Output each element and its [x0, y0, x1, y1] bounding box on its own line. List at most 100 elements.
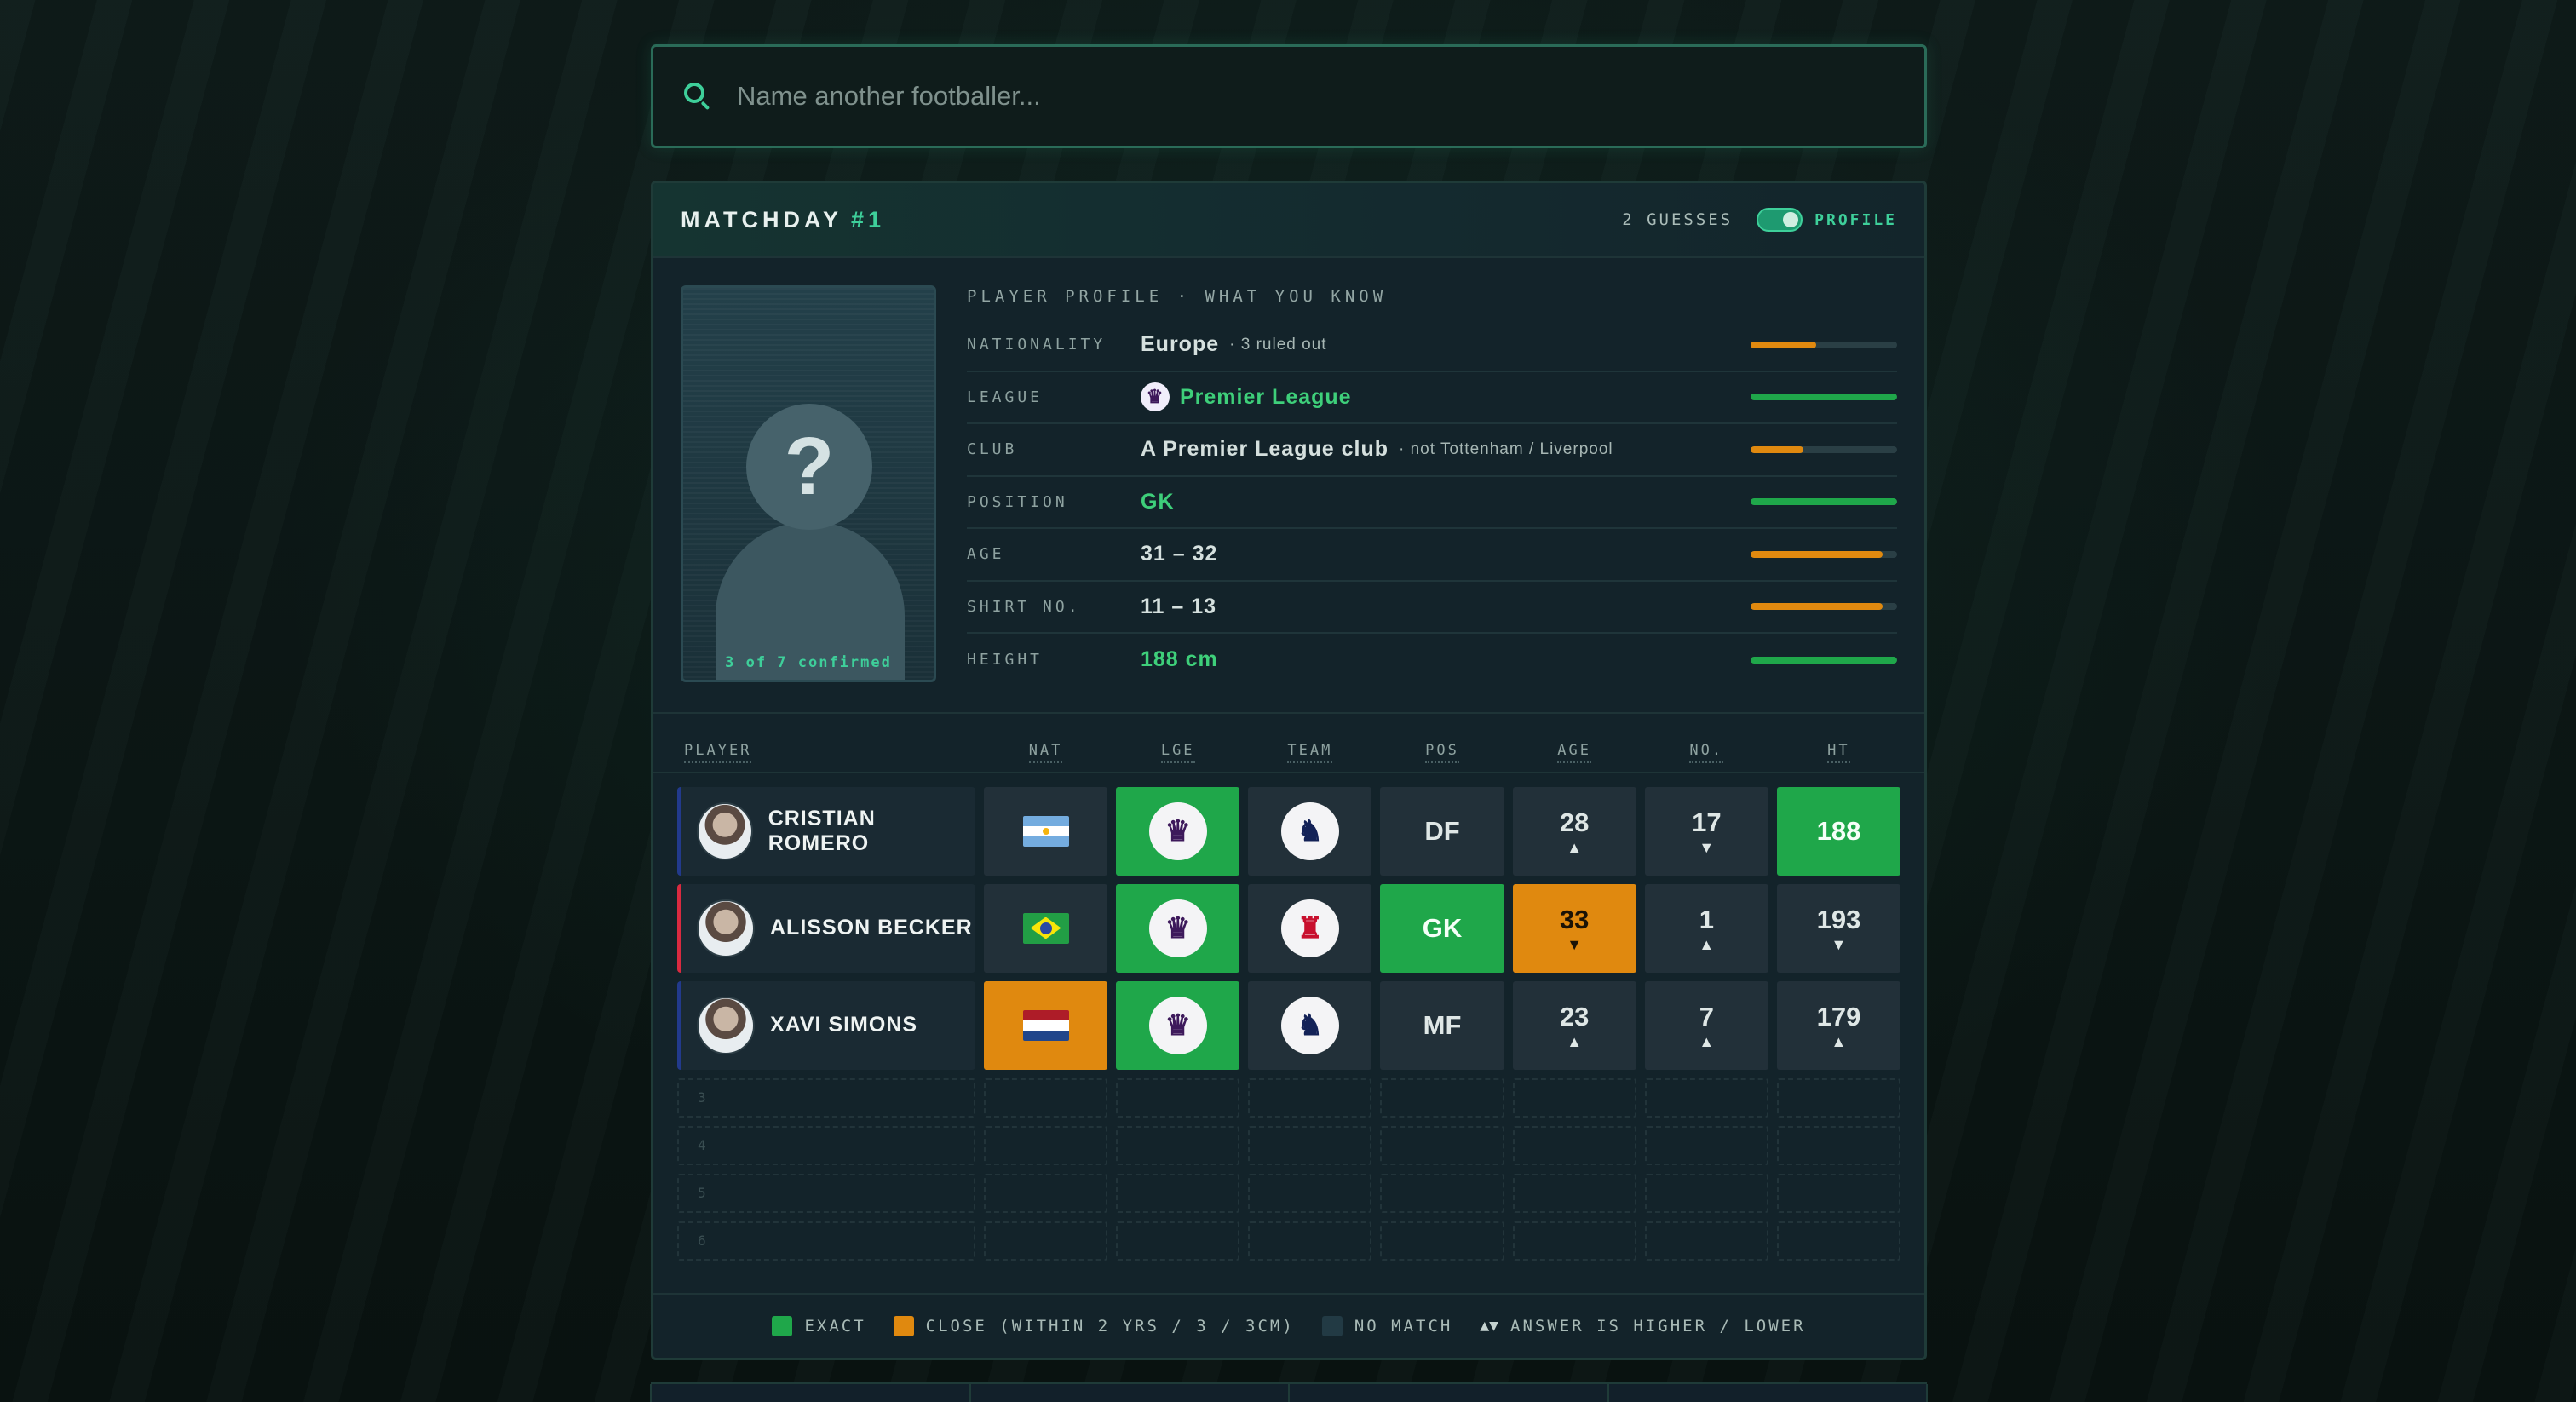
profile-toggle-label[interactable]: PROFILE: [1814, 211, 1897, 229]
guess-grid: PLAYER NAT LGE TEAM POS AGE NO. HT CRIST…: [653, 714, 1924, 1293]
cell-value: 7: [1699, 1001, 1714, 1031]
progress-fill: [1751, 656, 1897, 664]
cell-value: 1: [1699, 904, 1714, 934]
empty-guess-row: 6: [677, 1221, 1901, 1261]
legend-arrows: ANSWER IS HIGHER / LOWER: [1510, 1316, 1806, 1336]
tottenham-crest-icon: ♞: [1280, 996, 1339, 1054]
empty-cell: [1776, 1221, 1901, 1261]
player-name: ALISSON BECKER: [770, 916, 973, 939]
profile-row: SHIRT NO. 11 – 13: [967, 582, 1897, 634]
progress-bar: [1751, 603, 1897, 611]
arrow-up-icon: ▲: [1567, 838, 1583, 856]
cell-lge: ♛: [1116, 980, 1240, 1070]
profile-note: · not Tottenham / Liverpool: [1399, 440, 1613, 458]
empty-cell: [1380, 1173, 1504, 1213]
cell-value: MF: [1423, 1009, 1462, 1040]
empty-rows: 3 4 5 6: [677, 1077, 1901, 1261]
progress-bar: [1751, 445, 1897, 453]
confirmed-count: 3 of 7 confirmed: [725, 654, 892, 671]
cell-value: 179: [1816, 1001, 1861, 1031]
empty-guess-row: 3: [677, 1077, 1901, 1118]
bottom-tab[interactable]: [969, 1383, 1290, 1402]
profile-row: POSITION GK: [967, 477, 1897, 529]
col-header-nat[interactable]: NAT: [984, 741, 1107, 763]
player-cell: ALISSON BECKER: [677, 883, 976, 973]
col-header-team[interactable]: TEAM: [1248, 741, 1371, 763]
col-header-lge[interactable]: LGE: [1116, 741, 1239, 763]
no-match-swatch: [1321, 1315, 1343, 1336]
col-header-age[interactable]: AGE: [1513, 741, 1636, 763]
profile-label: SHIRT NO.: [967, 597, 1081, 616]
bottom-tab[interactable]: [650, 1383, 971, 1402]
cell-ht: 188: [1776, 786, 1901, 876]
col-header-no[interactable]: NO.: [1645, 741, 1768, 763]
player-cell: CRISTIAN ROMERO: [677, 786, 976, 876]
empty-cell: [984, 1077, 1108, 1118]
cell-nat: [984, 786, 1108, 876]
cell-value: 33: [1559, 904, 1590, 934]
profile-value-text: A Premier League club: [1141, 437, 1389, 462]
col-header-pos[interactable]: POS: [1380, 741, 1504, 763]
cell-pos: DF: [1380, 786, 1504, 876]
profile-value-text: GK: [1141, 489, 1175, 514]
game-container: MATCHDAY #1 2 GUESSES PROFILE ? 3 of 7 co…: [650, 44, 1928, 1402]
mystery-player-card: ? 3 of 7 confirmed: [681, 285, 936, 682]
bottom-tab[interactable]: [1288, 1383, 1609, 1402]
profile-row: CLUB A Premier League club · not Tottenha…: [967, 424, 1897, 477]
progress-bar: [1751, 394, 1897, 401]
empty-guess-row: 4: [677, 1125, 1901, 1165]
legend-exact: EXACT: [804, 1316, 866, 1336]
cell-team: ♜: [1248, 883, 1372, 973]
empty-slot-number: 4: [677, 1125, 976, 1165]
cell-lge: ♛: [1116, 786, 1240, 876]
empty-cell: [984, 1221, 1108, 1261]
bottom-tab[interactable]: [1607, 1383, 1928, 1402]
empty-cell: [1116, 1077, 1240, 1118]
empty-cell: [1116, 1125, 1240, 1165]
cell-value: 23: [1559, 1001, 1590, 1031]
profile-label: NATIONALITY: [967, 336, 1107, 354]
cell-no: 17 ▼: [1644, 786, 1768, 876]
cell-no: 7 ▲: [1644, 980, 1768, 1070]
cell-pos: MF: [1380, 980, 1504, 1070]
progress-bar: [1751, 498, 1897, 506]
premier-league-icon: ♛: [1148, 899, 1207, 957]
profile-value: Europe · 3 ruled out: [1141, 332, 1751, 357]
col-header-ht[interactable]: HT: [1777, 741, 1900, 763]
profile-toggle[interactable]: [1757, 208, 1803, 232]
profile-row: AGE 31 – 32: [967, 529, 1897, 582]
player-cell: XAVI SIMONS: [677, 980, 976, 1070]
empty-cell: [1512, 1125, 1636, 1165]
profile-row: HEIGHT 188 cm: [967, 634, 1897, 687]
profile-table: PLAYER PROFILE · WHAT YOU KNOW NATIONALI…: [967, 285, 1897, 687]
profile-toggle-group[interactable]: PROFILE: [1757, 208, 1897, 232]
search-input[interactable]: [737, 81, 1924, 112]
legend-no-match: NO MATCH: [1354, 1316, 1453, 1336]
guess-count: 2 GUESSES: [1622, 210, 1734, 229]
progress-fill: [1751, 341, 1817, 348]
profile-note: · 3 ruled out: [1229, 335, 1327, 353]
premier-league-icon: ♛: [1148, 996, 1207, 1054]
premier-league-icon: ♛: [1141, 382, 1170, 412]
question-mark-icon: ?: [746, 404, 872, 530]
cell-nat: [984, 883, 1108, 973]
tottenham-crest-icon: ♞: [1280, 802, 1339, 860]
player-name: XAVI SIMONS: [770, 1013, 918, 1037]
profile-value: 188 cm: [1141, 647, 1751, 672]
empty-guess-row: 5: [677, 1173, 1901, 1213]
cell-lge: ♛: [1116, 883, 1240, 973]
empty-cell: [1248, 1125, 1372, 1165]
empty-cell: [1248, 1173, 1372, 1213]
cell-value: 28: [1559, 807, 1590, 837]
profile-value-text: 188 cm: [1141, 647, 1218, 672]
search-bar[interactable]: [651, 44, 1927, 148]
col-header-player: PLAYER: [677, 741, 975, 763]
profile-value-text: Europe: [1141, 332, 1220, 357]
cell-value: 188: [1816, 815, 1861, 846]
legend-close: CLOSE (WITHIN 2 YRS / 3 / 3CM): [925, 1316, 1295, 1336]
profile-label: AGE: [967, 545, 1005, 564]
cell-nat: [984, 980, 1108, 1070]
avatar: [697, 899, 755, 957]
grid-header: PLAYER NAT LGE TEAM POS AGE NO. HT: [653, 729, 1924, 773]
avatar: [697, 802, 753, 860]
